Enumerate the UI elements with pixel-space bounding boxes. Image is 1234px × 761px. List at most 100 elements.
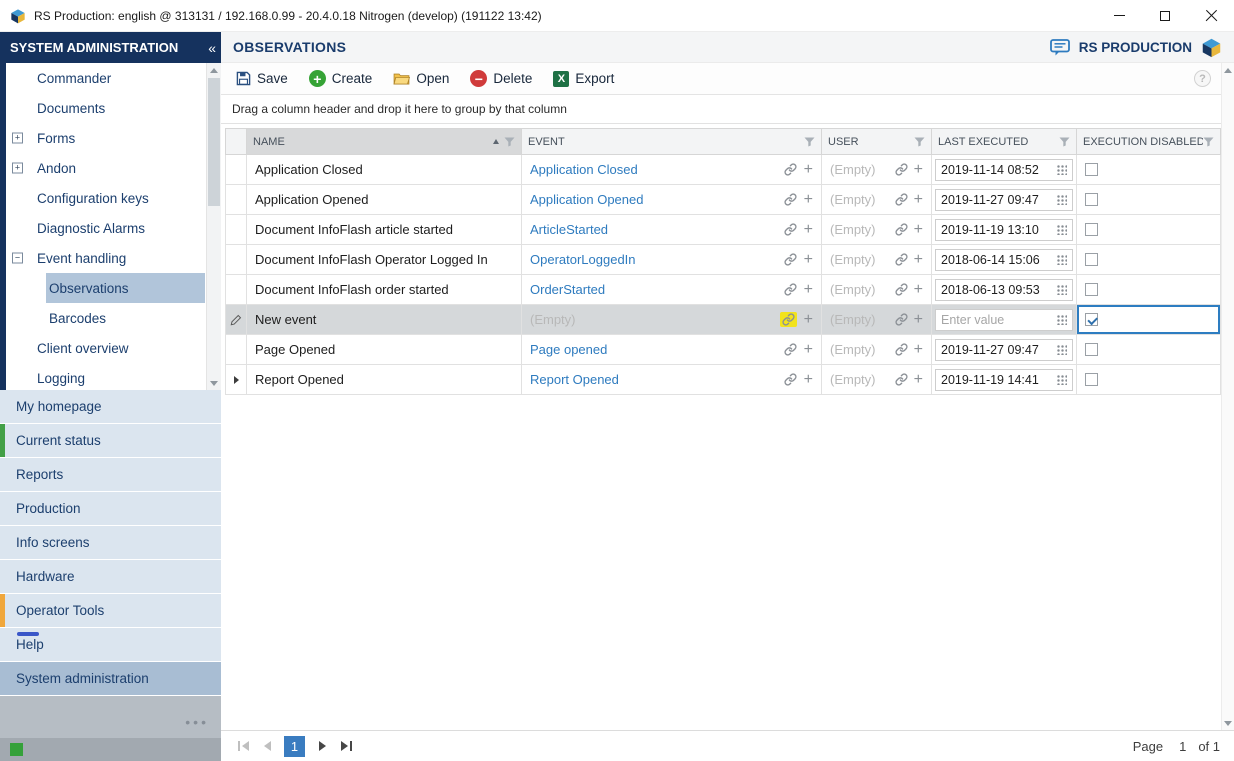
tree-item-barcodes[interactable]: Barcodes xyxy=(6,303,205,333)
link-icon[interactable] xyxy=(784,253,797,266)
toolbar-save-button[interactable]: Save xyxy=(231,68,298,89)
event-link[interactable]: ArticleStarted xyxy=(530,222,777,237)
link-icon[interactable] xyxy=(895,253,908,266)
nav-item-help[interactable]: Help xyxy=(0,628,221,661)
current-page-button[interactable]: 1 xyxy=(284,736,305,757)
add-icon[interactable]: + xyxy=(804,222,813,238)
toolbar-create-button[interactable]: +Create xyxy=(304,67,383,90)
link-icon[interactable] xyxy=(780,312,797,327)
event-cell[interactable]: ArticleStarted + xyxy=(522,215,822,244)
execution-disabled-checkbox[interactable] xyxy=(1085,223,1098,236)
add-icon[interactable]: + xyxy=(914,252,923,268)
add-icon[interactable]: + xyxy=(804,252,813,268)
add-icon[interactable]: + xyxy=(914,162,923,178)
link-icon[interactable] xyxy=(784,163,797,176)
maximize-button[interactable] xyxy=(1142,0,1188,31)
link-icon[interactable] xyxy=(895,313,908,326)
name-cell[interactable]: Document InfoFlash article started xyxy=(247,215,522,244)
tree-item-forms[interactable]: +Forms xyxy=(6,123,205,153)
link-icon[interactable] xyxy=(784,343,797,356)
tree-item-commander[interactable]: Commander xyxy=(6,63,205,93)
date-editor[interactable]: 2019-11-27 09:47 xyxy=(935,189,1073,211)
date-picker-icon[interactable] xyxy=(1056,194,1067,205)
column-header-name[interactable]: NAME xyxy=(247,128,522,155)
user-cell[interactable]: (Empty)+ xyxy=(822,305,932,334)
filter-icon[interactable] xyxy=(1059,137,1070,147)
date-editor[interactable]: Enter value xyxy=(935,309,1073,331)
event-cell[interactable]: (Empty)+ xyxy=(522,305,822,334)
execution-disabled-cell[interactable] xyxy=(1077,275,1221,304)
date-editor[interactable]: 2018-06-14 15:06 xyxy=(935,249,1073,271)
add-icon[interactable]: + xyxy=(804,372,813,388)
table-row-report-opened[interactable]: Report OpenedReport Opened+(Empty)+2019-… xyxy=(225,365,1221,395)
close-button[interactable] xyxy=(1188,0,1234,31)
next-page-button[interactable] xyxy=(310,735,334,757)
add-icon[interactable]: + xyxy=(914,372,923,388)
tree-item-configuration-keys[interactable]: Configuration keys xyxy=(6,183,205,213)
name-cell[interactable]: Application Closed xyxy=(247,155,522,184)
event-link[interactable]: Application Closed xyxy=(530,162,777,177)
link-icon[interactable] xyxy=(895,373,908,386)
event-cell[interactable]: OperatorLoggedIn + xyxy=(522,245,822,274)
table-row-application-closed[interactable]: Application ClosedApplication Closed+(Em… xyxy=(225,155,1221,185)
date-editor[interactable]: 2018-06-13 09:53 xyxy=(935,279,1073,301)
execution-disabled-checkbox[interactable] xyxy=(1085,343,1098,356)
user-cell[interactable]: (Empty)+ xyxy=(822,185,932,214)
tree-item-documents[interactable]: Documents xyxy=(6,93,205,123)
column-header-event[interactable]: EVENT xyxy=(522,128,822,155)
add-icon[interactable]: + xyxy=(914,192,923,208)
scroll-down-icon[interactable] xyxy=(1222,716,1234,730)
link-icon[interactable] xyxy=(895,223,908,236)
tree-item-client-overview[interactable]: Client overview xyxy=(6,333,205,363)
add-icon[interactable]: + xyxy=(804,342,813,358)
execution-disabled-cell[interactable] xyxy=(1077,245,1221,274)
event-link[interactable]: OperatorLoggedIn xyxy=(530,252,777,267)
name-cell[interactable]: Document InfoFlash order started xyxy=(247,275,522,304)
user-cell[interactable]: (Empty)+ xyxy=(822,155,932,184)
execution-disabled-checkbox[interactable] xyxy=(1085,283,1098,296)
link-icon[interactable] xyxy=(784,193,797,206)
tree-scrollbar-thumb[interactable] xyxy=(208,78,220,206)
nav-item-system-administration[interactable]: System administration xyxy=(0,662,221,695)
event-cell[interactable]: Application Opened+ xyxy=(522,185,822,214)
date-picker-icon[interactable] xyxy=(1056,314,1067,325)
execution-disabled-checkbox[interactable] xyxy=(1085,193,1098,206)
user-cell[interactable]: (Empty)+ xyxy=(822,215,932,244)
scroll-up-icon[interactable] xyxy=(1222,63,1234,77)
expand-icon[interactable]: + xyxy=(12,133,23,144)
name-cell[interactable]: Application Opened xyxy=(247,185,522,214)
link-icon[interactable] xyxy=(895,343,908,356)
expand-icon[interactable]: + xyxy=(12,163,23,174)
execution-disabled-checkbox[interactable] xyxy=(1085,313,1098,326)
minimize-button[interactable] xyxy=(1096,0,1142,31)
event-link[interactable]: Page opened xyxy=(530,342,777,357)
link-icon[interactable] xyxy=(895,163,908,176)
tree-scrollbar[interactable] xyxy=(206,63,221,390)
toolbar-open-button[interactable]: Open xyxy=(388,68,459,89)
execution-disabled-checkbox[interactable] xyxy=(1085,253,1098,266)
event-cell[interactable]: OrderStarted+ xyxy=(522,275,822,304)
name-cell[interactable]: Report Opened xyxy=(247,365,522,394)
date-picker-icon[interactable] xyxy=(1056,164,1067,175)
link-icon[interactable] xyxy=(784,223,797,236)
date-editor[interactable]: 2019-11-14 08:52 xyxy=(935,159,1073,181)
execution-disabled-cell[interactable] xyxy=(1077,335,1221,364)
collapse-node-icon[interactable]: − xyxy=(12,253,23,264)
filter-icon[interactable] xyxy=(914,137,925,147)
tree-item-diagnostic-alarms[interactable]: Diagnostic Alarms xyxy=(6,213,205,243)
execution-disabled-cell[interactable] xyxy=(1077,215,1221,244)
last-page-button[interactable] xyxy=(334,735,358,757)
add-icon[interactable]: + xyxy=(804,162,813,178)
event-cell[interactable]: Application Closed + xyxy=(522,155,822,184)
add-icon[interactable]: + xyxy=(914,312,923,328)
table-row-document-infoflash-order-started[interactable]: Document InfoFlash order startedOrderSta… xyxy=(225,275,1221,305)
name-cell[interactable]: Page Opened xyxy=(247,335,522,364)
name-cell[interactable]: Document InfoFlash Operator Logged In xyxy=(247,245,522,274)
nav-item-reports[interactable]: Reports xyxy=(0,458,221,491)
execution-disabled-cell[interactable] xyxy=(1077,365,1221,394)
user-cell[interactable]: (Empty)+ xyxy=(822,245,932,274)
table-row-document-infoflash-article-started[interactable]: Document InfoFlash article startedArticl… xyxy=(225,215,1221,245)
link-icon[interactable] xyxy=(895,193,908,206)
date-editor[interactable]: 2019-11-19 13:10 xyxy=(935,219,1073,241)
help-icon[interactable]: ? xyxy=(1194,70,1211,87)
